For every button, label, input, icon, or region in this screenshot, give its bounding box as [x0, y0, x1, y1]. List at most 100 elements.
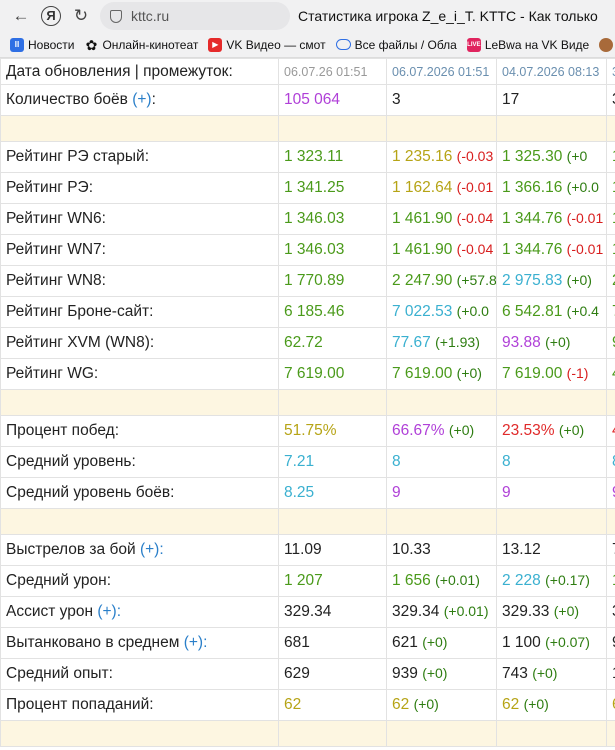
- stat-delta: (+0.07): [545, 634, 590, 650]
- date-cell: 06.07.26 01:51: [278, 58, 387, 85]
- stat-delta: (-0.01: [566, 241, 604, 257]
- reload-icon[interactable]: ↻: [66, 0, 96, 32]
- value-cell: 329.33 (+0): [496, 596, 607, 628]
- value-cell: 939 (+0): [386, 658, 497, 690]
- kinopoisk-icon: ✿: [85, 36, 98, 53]
- value-cell: 1: [606, 658, 615, 690]
- live-icon: LIVE: [466, 37, 481, 52]
- value-cell: 1: [606, 141, 615, 173]
- player-stats-page: Дата обновления | промежуток: 06.07.26 0…: [0, 58, 615, 750]
- value-cell: 621 (+0): [386, 627, 497, 659]
- stat-value: 62: [392, 696, 410, 713]
- stat-value: 1 325.30: [502, 148, 563, 165]
- stat-delta: (+0.0: [456, 303, 489, 319]
- row-label-cell: Процент попаданий:: [0, 689, 279, 721]
- stat-value: 1 323.11: [284, 148, 344, 165]
- value-cell: 9: [606, 327, 615, 359]
- row-label-cell: Рейтинг XVM (WN8):: [0, 327, 279, 359]
- table-row: Рейтинг Броне-сайт: 6 185.46 7 022.53 (+0.…: [0, 296, 615, 328]
- expand-link[interactable]: (+):: [97, 603, 121, 620]
- stat-value: 743: [502, 665, 528, 682]
- row-label-cell: Рейтинг WN6:: [0, 203, 279, 235]
- stat-value: 62.72: [284, 334, 323, 351]
- stat-value: 66.67%: [392, 422, 445, 439]
- stat-value: 8: [392, 453, 401, 470]
- battles-expand-link[interactable]: (+): [132, 91, 151, 108]
- stat-delta: (-0.03: [456, 148, 494, 164]
- table-row: Средний уровень боёв: 8.25 9 9 9: [0, 477, 615, 509]
- row-label-cell: Рейтинг WN7:: [0, 234, 279, 266]
- row-label-cell: Рейтинг РЭ:: [0, 172, 279, 204]
- bookmark-kinopoisk[interactable]: ✿ Онлайн-кинотеат: [84, 36, 199, 53]
- back-arrow-icon[interactable]: ←: [6, 0, 36, 32]
- value-cell: 7: [606, 296, 615, 328]
- table-row-battles: Количество боёв (+): 105 064 3 17 3: [0, 84, 615, 116]
- row-label: Ассист урон: [6, 603, 94, 620]
- stat-value: 2 975.83: [502, 272, 563, 289]
- stat-value: 1 207: [284, 572, 323, 589]
- value-cell: 62 (+0): [386, 689, 497, 721]
- bookmarks-bar: II Новости ✿ Онлайн-кинотеат ▶ VK Видео …: [0, 32, 615, 58]
- date-cell[interactable]: 06.07.2026 01:51: [386, 58, 497, 85]
- stat-value: 9: [502, 484, 511, 501]
- bookmark-lebwa[interactable]: LIVE LeBwa на VK Виде: [466, 37, 589, 52]
- value-cell: 9: [606, 627, 615, 659]
- bookmark-cloud[interactable]: Все файлы / Обла: [335, 37, 457, 52]
- value-cell: 6 185.46: [278, 296, 387, 328]
- table-row: Выстрелов за бой (+): 11.09 10.33 13.12 7: [0, 534, 615, 566]
- row-label: Рейтинг WN8:: [6, 272, 106, 289]
- bookmark-label: VK Видео — смот: [226, 37, 326, 52]
- value-cell: 4: [606, 358, 615, 390]
- stat-delta: (-1): [566, 365, 589, 381]
- stat-delta: (+0.0: [566, 179, 599, 195]
- stat-value: 1 461.90: [392, 210, 453, 227]
- battles-value: 17: [496, 84, 607, 116]
- row-label: Рейтинг WN6:: [6, 210, 106, 227]
- stat-value: 1 366.16: [502, 179, 563, 196]
- row-label-cell: Выстрелов за бой (+):: [0, 534, 279, 566]
- value-cell: 23.53% (+0): [496, 415, 607, 447]
- row-label-cell: Средний опыт:: [0, 658, 279, 690]
- row-label-cell: Процент побед:: [0, 415, 279, 447]
- value-cell: 1 656 (+0.01): [386, 565, 497, 597]
- stat-delta: (+0): [413, 696, 439, 712]
- row-label: Рейтинг WG:: [6, 365, 99, 382]
- yandex-logo-icon[interactable]: Я: [36, 0, 66, 32]
- value-cell: 8: [386, 446, 497, 478]
- stat-value: 2 228: [502, 572, 541, 589]
- row-label-cell: Рейтинг Броне-сайт:: [0, 296, 279, 328]
- table-row: Рейтинг WN8: 1 770.89 2 247.90 (+57.8 2 975…: [0, 265, 615, 297]
- stat-value: 1 162.64: [392, 179, 453, 196]
- stat-value: 1 344.76: [502, 241, 563, 258]
- stat-value: 7.21: [284, 453, 315, 470]
- value-cell: 1: [606, 234, 615, 266]
- bookmark-news[interactable]: II Новости: [10, 37, 74, 52]
- bookmark-label: Все файлы / Обла: [354, 37, 457, 52]
- date-cell[interactable]: 04.07.2026 08:13: [496, 58, 607, 85]
- cloud-icon: [335, 39, 351, 50]
- date-cell[interactable]: 3: [606, 58, 615, 85]
- battles-value: 3: [606, 84, 615, 116]
- stat-value: 1 656: [392, 572, 431, 589]
- stat-delta: (-0.04: [456, 210, 494, 226]
- address-bar[interactable]: kttc.ru: [100, 2, 290, 30]
- value-cell: 93.88 (+0): [496, 327, 607, 359]
- stat-delta: (+0): [566, 272, 592, 288]
- stat-delta: (+0: [566, 148, 588, 164]
- stat-value: 2 247.90: [392, 272, 453, 289]
- row-label-cell: Средний уровень:: [0, 446, 279, 478]
- value-cell: 2 247.90 (+57.8: [386, 265, 497, 297]
- value-cell: 1 366.16 (+0.0: [496, 172, 607, 204]
- bookmark-vk-video[interactable]: ▶ VK Видео — смот: [208, 37, 326, 52]
- value-cell: 7 619.00 (+0): [386, 358, 497, 390]
- expand-link[interactable]: (+):: [140, 541, 164, 558]
- expand-link[interactable]: (+):: [184, 634, 208, 651]
- value-cell: 1 344.76 (-0.01: [496, 203, 607, 235]
- value-cell: 2: [606, 265, 615, 297]
- stat-value: 1 770.89: [284, 272, 345, 289]
- bookmark-avatar[interactable]: [599, 37, 615, 52]
- stat-value: 11.09: [284, 541, 322, 558]
- stat-value: 1 344.76: [502, 210, 563, 227]
- value-cell: 1 323.11: [278, 141, 387, 173]
- stat-delta: (+0): [523, 696, 549, 712]
